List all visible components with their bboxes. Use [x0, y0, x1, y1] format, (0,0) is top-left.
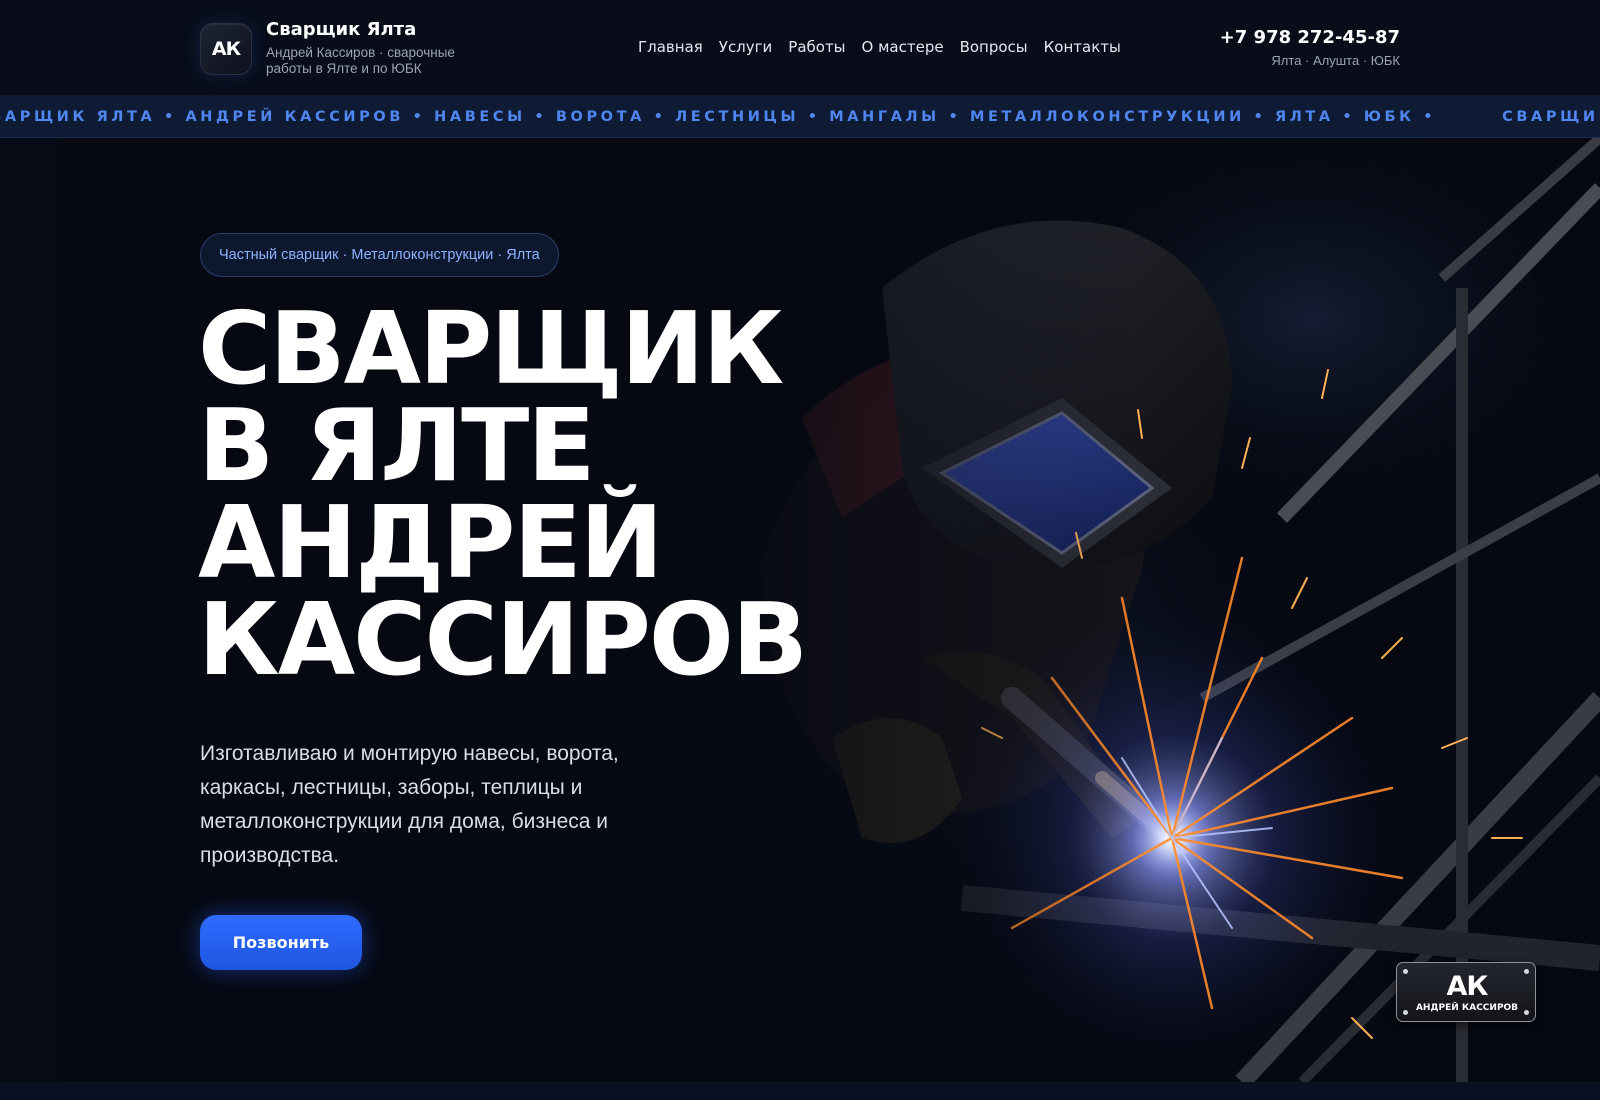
phone-link[interactable]: +7 978 272-45-87: [1220, 27, 1400, 48]
brand-subtitle: Андрей Кассиров · сварочные работы в Ялт…: [266, 45, 455, 76]
site-header: АК Сварщик Ялта Андрей Кассиров · свароч…: [0, 0, 1600, 96]
hero-title-line: Сварщик: [198, 290, 784, 407]
marquee-ticker: СВАРЩИК ЯЛТА • АНДРЕЙ КАССИРОВ • НАВЕСЫ …: [0, 96, 1600, 138]
hero-title: Сварщик в Ялте Андрей Кассиров: [198, 290, 808, 698]
hero-tagline-pill: Частный сварщик · Металлоконструкции · Я…: [200, 233, 559, 277]
nav-link-home[interactable]: Главная: [638, 38, 703, 56]
hero-description: Изготавливаю и монтирую навесы, ворота, …: [200, 742, 619, 867]
bottom-band: [0, 1082, 1600, 1100]
ticker-text: СВАРЩИК ЯЛТА • АНДРЕЙ КАССИРОВ • НАВЕСЫ …: [0, 109, 1437, 125]
ticker-text-repeat: СВАРЩИК ЯЛТА • АНДРЕЙ КАССИРОВ • НАВЕСЫ …: [1502, 109, 1600, 125]
hero-title-line: Кассиров: [198, 581, 808, 698]
nav-link-services[interactable]: Услуги: [719, 38, 772, 56]
nav-link-faq[interactable]: Вопросы: [960, 38, 1028, 56]
call-button[interactable]: Позвонить: [200, 915, 362, 970]
nav-link-about[interactable]: О мастере: [862, 38, 944, 56]
main-nav: Главная Услуги Работы О мастере Вопросы …: [638, 38, 1121, 56]
brand-plate: АК АНДРЕЙ КАССИРОВ: [1396, 962, 1536, 1022]
nav-link-works[interactable]: Работы: [788, 38, 845, 56]
plate-name: АНДРЕЙ КАССИРОВ: [1415, 1003, 1519, 1013]
service-regions: Ялта · Алушта · ЮБК: [1271, 53, 1400, 68]
hero-title-line: Андрей: [198, 484, 663, 601]
ticker-track: СВАРЩИК ЯЛТА • АНДРЕЙ КАССИРОВ • НАВЕСЫ …: [0, 96, 1600, 137]
plate-monogram: АК: [1446, 971, 1489, 1002]
logo-badge[interactable]: АК: [200, 23, 252, 75]
hero-title-line: в Ялте: [198, 387, 596, 504]
nav-link-contacts[interactable]: Контакты: [1044, 38, 1121, 56]
brand-title[interactable]: Сварщик Ялта: [266, 19, 416, 40]
